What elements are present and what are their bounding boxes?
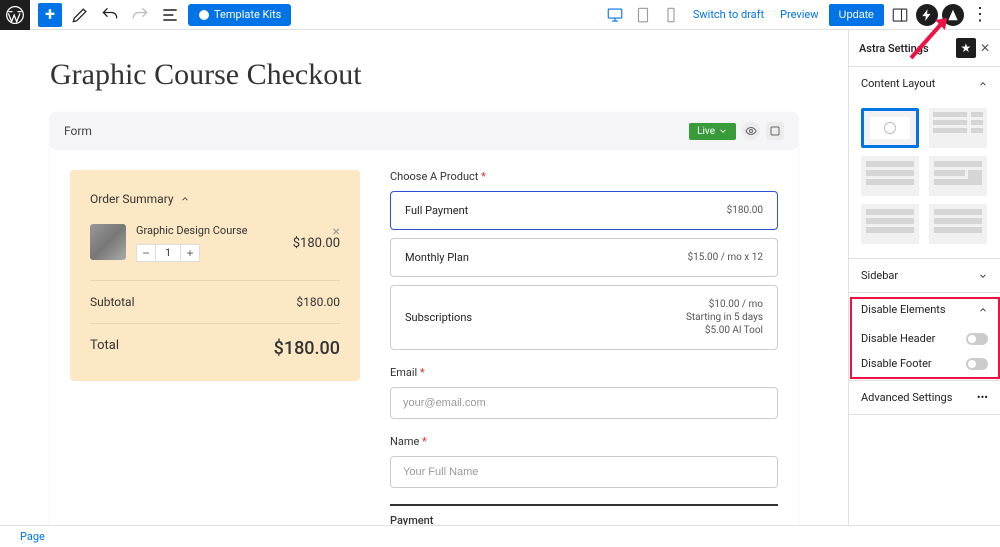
product-option-monthly[interactable]: Monthly Plan $15.00 / mo x 12: [390, 238, 778, 277]
quantity-stepper: − 1 +: [136, 244, 283, 262]
editor-canvas[interactable]: Graphic Course Checkout Form Live Order …: [0, 30, 848, 547]
disable-footer-toggle[interactable]: [966, 358, 988, 370]
product-thumbnail: [90, 224, 126, 260]
qty-decrease-button[interactable]: −: [136, 244, 156, 262]
layout-option-5[interactable]: [861, 204, 919, 244]
page-title[interactable]: Graphic Course Checkout: [50, 58, 798, 92]
wordpress-logo[interactable]: [0, 0, 30, 30]
total-value: $180.00: [274, 338, 340, 359]
editor-footer: Page: [0, 525, 1000, 547]
product-field-label: Choose A Product *: [390, 170, 778, 183]
product-name: Graphic Design Course: [136, 224, 283, 238]
switch-to-draft-link[interactable]: Switch to draft: [687, 8, 770, 21]
layout-option-1[interactable]: [861, 108, 919, 148]
layout-option-4[interactable]: [929, 156, 987, 196]
subtotal-label: Subtotal: [90, 295, 135, 309]
advanced-settings-section[interactable]: Advanced Settings •••: [849, 381, 1000, 414]
form-status-badge[interactable]: Live: [689, 123, 736, 140]
layout-option-2[interactable]: [929, 108, 987, 148]
desktop-view-icon[interactable]: [603, 3, 627, 27]
name-field-label: Name *: [390, 435, 778, 448]
close-sidebar-icon[interactable]: ✕: [980, 41, 990, 55]
disable-header-toggle[interactable]: [966, 333, 988, 345]
disable-elements-section[interactable]: Disable Elements: [849, 293, 1000, 326]
template-kits-label: Template Kits: [214, 8, 281, 21]
total-label: Total: [90, 338, 119, 359]
redo-icon[interactable]: [128, 3, 152, 27]
update-button[interactable]: Update: [829, 4, 884, 26]
favorite-icon[interactable]: ★: [956, 38, 976, 58]
order-summary-panel: Order Summary Graphic Design Course − 1 …: [70, 170, 360, 381]
more-options-icon[interactable]: ⋮: [968, 3, 992, 27]
remove-item-icon[interactable]: ×: [333, 224, 340, 240]
undo-icon[interactable]: [98, 3, 122, 27]
template-kits-button[interactable]: Template Kits: [188, 4, 291, 26]
sidebar-title: Astra Settings: [859, 42, 929, 55]
form-block[interactable]: Form Live Order Summary: [50, 112, 798, 547]
mobile-view-icon[interactable]: [659, 3, 683, 27]
subtotal-value: $180.00: [296, 295, 340, 309]
add-block-button[interactable]: +: [38, 3, 62, 27]
preview-link[interactable]: Preview: [774, 8, 824, 21]
email-input[interactable]: [390, 387, 778, 419]
edit-icon[interactable]: [68, 3, 92, 27]
document-outline-icon[interactable]: [158, 3, 182, 27]
name-input[interactable]: [390, 456, 778, 488]
layout-option-6[interactable]: [929, 204, 987, 244]
settings-sidebar: Astra Settings ★ ✕ Content Layout Sideba…: [848, 30, 1000, 547]
disable-header-label: Disable Header: [861, 332, 935, 345]
form-settings-icon[interactable]: [766, 122, 784, 140]
form-block-label: Form: [64, 124, 92, 138]
sidebar-setting-section[interactable]: Sidebar: [849, 259, 1000, 292]
tablet-view-icon[interactable]: [631, 3, 655, 27]
astra-icon[interactable]: [942, 4, 964, 26]
order-item: Graphic Design Course − 1 + × $180.00: [90, 224, 340, 262]
sidebar-toggle-icon[interactable]: [888, 3, 912, 27]
plugin-icon-1[interactable]: [916, 4, 938, 26]
breadcrumb[interactable]: Page: [20, 530, 45, 543]
more-icon: •••: [977, 391, 988, 404]
product-option-subscriptions[interactable]: Subscriptions $10.00 / mo Starting in 5 …: [390, 285, 778, 350]
disable-footer-label: Disable Footer: [861, 357, 932, 370]
qty-increase-button[interactable]: +: [180, 244, 200, 262]
qty-value: 1: [156, 244, 180, 262]
content-layout-section[interactable]: Content Layout: [849, 67, 1000, 100]
email-field-label: Email *: [390, 366, 778, 379]
form-view-icon[interactable]: [742, 122, 760, 140]
product-option-full[interactable]: Full Payment $180.00: [390, 191, 778, 230]
layout-option-3[interactable]: [861, 156, 919, 196]
order-summary-heading[interactable]: Order Summary: [90, 192, 340, 206]
